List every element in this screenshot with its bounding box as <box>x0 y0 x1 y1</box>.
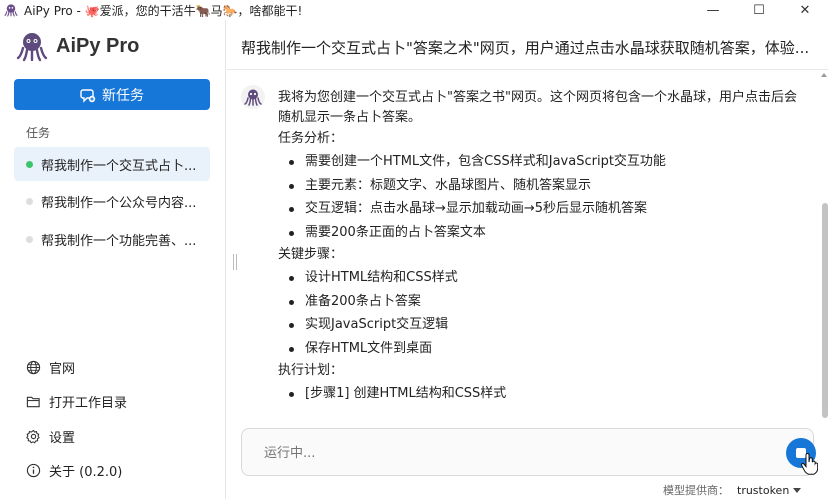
analysis-heading: 任务分析： <box>278 131 344 146</box>
steps-heading: 关键步骤： <box>278 247 344 262</box>
prompt-box <box>241 428 818 476</box>
nav-open-workdir[interactable]: 打开工作目录 <box>26 392 127 411</box>
prompt-input[interactable] <box>264 443 744 463</box>
info-icon <box>26 463 41 478</box>
globe-icon <box>26 360 41 375</box>
task-item[interactable]: 帮我制作一个公众号内容... <box>14 184 210 218</box>
steps-list: 设计HTML结构和CSS样式 准备200条占卜答案 实现JavaScript交互… <box>278 266 808 360</box>
task-item[interactable]: 帮我制作一个交互式占卜... <box>14 147 210 181</box>
hand-cursor-icon <box>801 453 818 475</box>
chat-area: 我将为您创建一个交互式占卜"答案之书"网页。这个网页将包含一个水晶球，用户点击后… <box>227 71 828 419</box>
octopus-logo-icon <box>16 33 48 62</box>
main-panel: 帮我制作一个交互式占卜"答案之术"网页，用户通过点击水晶球获取随机答案，体验..… <box>227 20 828 499</box>
model-provider[interactable]: 模型提供商： trustoken <box>663 482 802 498</box>
chat-scrollbar[interactable] <box>820 71 828 419</box>
task-status-dot <box>26 160 33 168</box>
task-item-label: 帮我制作一个功能完善、... <box>41 233 197 249</box>
nav-settings[interactable]: 设置 <box>26 427 75 446</box>
model-provider-label: 模型提供商： <box>663 484 729 497</box>
title-bar: AiPy Pro - 🐙爱派，您的干活牛🐂马🐎，啥都能干! — ☐ ✕ <box>0 0 828 20</box>
model-provider-select[interactable]: trustoken <box>737 484 789 497</box>
task-item-label: 帮我制作一个交互式占卜... <box>41 158 197 174</box>
nav-website-label: 官网 <box>49 362 76 377</box>
new-task-button[interactable]: 新任务 <box>14 79 210 110</box>
list-item: [步骤1] 创建HTML结构和CSS样式 <box>278 382 808 406</box>
task-item-label: 帮我制作一个公众号内容... <box>41 195 197 211</box>
nav-settings-label: 设置 <box>49 431 76 446</box>
maximize-button[interactable]: ☐ <box>736 0 782 20</box>
brand-name: AiPy Pro <box>56 34 140 57</box>
list-item: 实现JavaScript交互逻辑 <box>278 313 808 337</box>
conversation-header: 帮我制作一个交互式占卜"答案之术"网页，用户通过点击水晶球获取随机答案，体验..… <box>227 20 828 70</box>
assistant-message: 我将为您创建一个交互式占卜"答案之书"网页。这个网页将包含一个水晶球，用户点击后… <box>278 88 808 406</box>
brand: AiPy Pro <box>16 30 139 62</box>
new-task-label: 新任务 <box>102 87 144 104</box>
scroll-up-icon[interactable] <box>821 73 827 77</box>
task-item[interactable]: 帮我制作一个功能完善、... <box>14 222 210 256</box>
task-status-dot <box>26 197 33 205</box>
plan-heading: 执行计划： <box>278 363 344 378</box>
close-button[interactable]: ✕ <box>782 0 828 20</box>
message-intro: 我将为您创建一个交互式占卜"答案之书"网页。这个网页将包含一个水晶球，用户点击后… <box>278 90 797 125</box>
list-item: 需要200条正面的占卜答案文本 <box>278 221 808 245</box>
panel-resize-handle[interactable] <box>233 254 237 270</box>
list-item: 主要元素：标题文字、水晶球图片、随机答案显示 <box>278 174 808 198</box>
list-item: 保存HTML文件到桌面 <box>278 337 808 361</box>
sidebar: AiPy Pro 新任务 任务 帮我制作一个交互式占卜... 帮我制作一个公众号… <box>0 20 226 499</box>
window-title: AiPy Pro - 🐙爱派，您的干活牛🐂马🐎，啥都能干! <box>24 3 303 18</box>
list-item: 准备200条占卜答案 <box>278 290 808 314</box>
tasks-section-label: 任务 <box>26 126 51 140</box>
task-status-dot <box>26 235 33 243</box>
new-chat-icon <box>80 88 96 103</box>
list-item: 交互逻辑：点击水晶球→显示加载动画→5秒后显示随机答案 <box>278 197 808 221</box>
scrollbar-thumb[interactable] <box>822 203 828 418</box>
octopus-logo-icon <box>4 4 18 17</box>
conversation-title: 帮我制作一个交互式占卜"答案之术"网页，用户通过点击水晶球获取随机答案，体验..… <box>241 39 810 57</box>
nav-open-workdir-label: 打开工作目录 <box>49 396 128 411</box>
nav-website[interactable]: 官网 <box>26 358 75 377</box>
chevron-down-icon <box>793 487 802 493</box>
analysis-list: 需要创建一个HTML文件，包含CSS样式和JavaScript交互功能 主要元素… <box>278 150 808 244</box>
nav-about[interactable]: 关于 (0.2.0) <box>26 461 122 480</box>
folder-icon <box>26 396 40 408</box>
minimize-button[interactable]: — <box>690 0 736 20</box>
assistant-avatar-icon <box>241 85 265 109</box>
nav-about-label: 关于 (0.2.0) <box>49 465 123 480</box>
gear-icon <box>26 429 40 444</box>
list-item: 设计HTML结构和CSS样式 <box>278 266 808 290</box>
list-item: 需要创建一个HTML文件，包含CSS样式和JavaScript交互功能 <box>278 150 808 174</box>
plan-list: [步骤1] 创建HTML结构和CSS样式 <box>278 382 808 406</box>
